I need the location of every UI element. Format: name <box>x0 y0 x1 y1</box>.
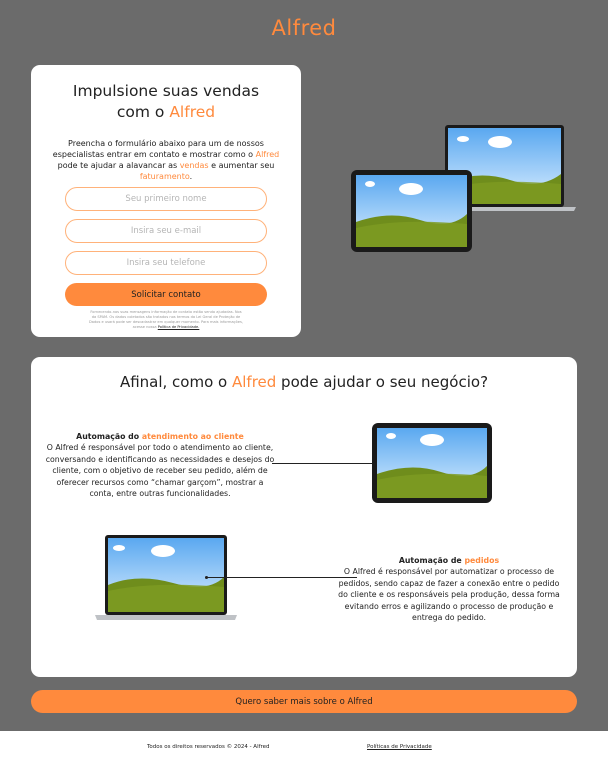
form-title-prefix: com o <box>116 103 170 121</box>
help-title-prefix: Afinal, como o <box>119 373 232 391</box>
form-title-line1: Impulsione suas vendas <box>72 82 260 100</box>
email-input[interactable] <box>65 219 267 243</box>
feature1-title: Automação do atendimento ao cliente <box>45 431 275 442</box>
form-description: Preencha o formulário abaixo para um de … <box>45 138 287 182</box>
feature1-title-prefix: Automação do <box>76 432 142 441</box>
feature2-title: Automação de pedidos <box>334 555 564 566</box>
feature-customer-service: Automação do atendimento ao cliente O Al… <box>45 431 275 499</box>
how-it-helps-card: Afinal, como o Alfred pode ajudar o seu … <box>31 357 577 677</box>
feature2-title-prefix: Automação de <box>398 556 465 565</box>
footer: Todos os direitos reservados © 2024 - Al… <box>0 731 608 768</box>
devices-illustration <box>351 125 576 252</box>
form-desc-accent3: faturamento <box>139 172 190 181</box>
contact-form-card: Impulsione suas vendas com o Alfred Pree… <box>31 65 301 337</box>
help-title-suffix: pode ajudar o seu negócio? <box>276 373 489 391</box>
request-contact-button[interactable]: Solicitar contato <box>65 283 267 306</box>
form-title-accent: Alfred <box>169 103 216 121</box>
feature1-title-accent: atendimento ao cliente <box>141 432 244 441</box>
form-title-line2: com o Alfred <box>31 102 301 123</box>
learn-more-button[interactable]: Quero saber mais sobre o Alfred <box>31 690 577 713</box>
privacy-policy-link[interactable]: Políticas de Privacidade <box>367 744 432 750</box>
disclaimer-privacy-link[interactable]: Política de Privacidade. <box>158 325 200 329</box>
privacy-disclaimer: Fornecendo-nos suas mensagens informação… <box>89 310 243 330</box>
section-title: Afinal, como o Alfred pode ajudar o seu … <box>31 373 577 391</box>
feature1-text: O Alfred é responsável por todo o atendi… <box>45 443 275 499</box>
tablet-icon <box>351 170 472 252</box>
feature-orders: Automação de pedidos O Alfred é responsá… <box>334 555 564 623</box>
phone-input[interactable] <box>65 251 267 275</box>
feature2-title-accent: pedidos <box>464 556 500 565</box>
form-desc-part3: e aumentar seu <box>208 161 275 170</box>
form-desc-accent2: vendas <box>179 161 209 170</box>
form-desc-part2: pode te ajudar a alavancar as <box>57 161 180 170</box>
tablet-icon <box>372 423 492 503</box>
form-desc-part4: . <box>189 172 193 181</box>
first-name-input[interactable] <box>65 187 267 211</box>
footer-copyright: Todos os direitos reservados © 2024 - Al… <box>147 744 270 750</box>
laptop-icon <box>95 535 237 620</box>
form-title: Impulsione suas vendas com o Alfred <box>31 81 301 123</box>
form-desc-part1: Preencha o formulário abaixo para um de … <box>52 139 264 159</box>
form-desc-accent1: Alfred <box>255 150 280 159</box>
help-title-accent: Alfred <box>231 373 277 391</box>
feature2-text: O Alfred é responsável por automatizar o… <box>338 567 560 623</box>
brand-logo: Alfred <box>271 16 337 40</box>
